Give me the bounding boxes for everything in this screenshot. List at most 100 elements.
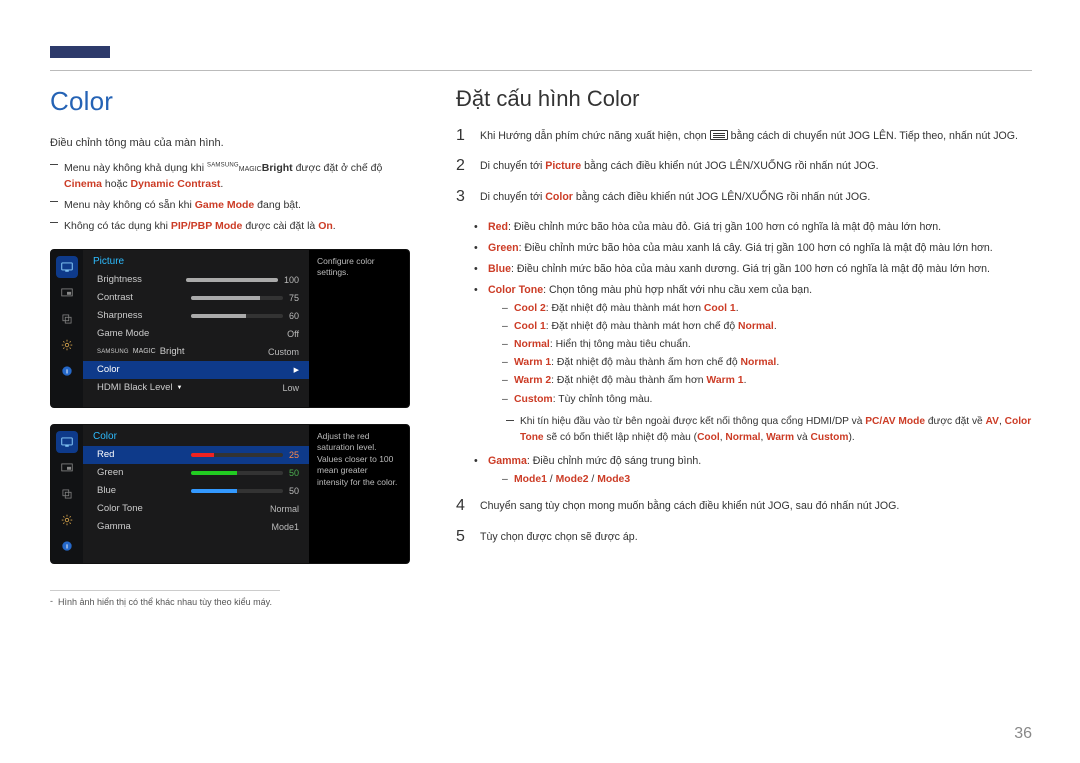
info-icon[interactable]: i	[56, 360, 78, 382]
step3-num: 3	[456, 189, 470, 205]
osd2-title: Color	[83, 431, 309, 446]
osd2-row-colortone[interactable]: Color Tone Normal	[83, 500, 309, 518]
svg-text:i: i	[66, 543, 68, 550]
warm1-t: Normal	[741, 357, 777, 368]
magic-sup: SAMSUNG	[207, 162, 239, 168]
note3-pip: PIP/PBP Mode	[171, 220, 243, 232]
step5-num: 5	[456, 529, 470, 545]
osd1-gamemode-value: Off	[287, 329, 299, 339]
section-title-color: Color	[50, 86, 420, 117]
bullet-green: Green: Điều chỉnh mức bão hòa của màu xa…	[478, 240, 1032, 257]
overlay-icon[interactable]	[56, 483, 78, 505]
osd2-red-value: 25	[289, 450, 299, 460]
menu-icon	[710, 130, 728, 140]
osd2-green-value: 50	[289, 468, 299, 478]
custom-v: : Tùy chỉnh tông màu.	[553, 394, 653, 405]
magic-label: Bright	[160, 346, 185, 357]
tone-warm1: Warm 1: Đặt nhiệt độ màu thành ấm hơn ch…	[504, 355, 1032, 371]
magic-prefix2: MAGIC	[133, 348, 156, 355]
note2-pre: Menu này không có sẵn khi	[64, 199, 195, 211]
section-title-configure: Đặt cấu hình Color	[456, 86, 1032, 112]
osd2-sidebar: i	[51, 425, 83, 563]
osd1-row-gamemode[interactable]: Game Mode Off	[83, 325, 309, 343]
osd1-row-sharpness[interactable]: Sharpness 60	[83, 307, 309, 325]
osd1-row-brightness[interactable]: Brightness 100	[83, 271, 309, 289]
bullet-red-v: : Điều chỉnh mức bão hòa của màu đỏ. Giá…	[508, 221, 941, 233]
monitor-icon[interactable]	[56, 256, 78, 278]
step2-body: Di chuyển tới Picture bằng cách điều khi…	[480, 158, 1032, 174]
osd1-row-color[interactable]: Color ▶	[83, 361, 309, 379]
bullet-green-v: : Điều chỉnh mức bão hòa của màu xanh lá…	[519, 242, 993, 254]
gamma-m3: Mode3	[597, 474, 630, 485]
step-4: 4 Chuyển sang tùy chọn mong muốn bằng cá…	[456, 498, 1032, 514]
custom-k: Custom	[514, 394, 553, 405]
cool1-k: Cool 1	[514, 321, 546, 332]
osd2-row-green[interactable]: Green 50	[83, 464, 309, 482]
gamma-v: : Điều chỉnh mức độ sáng trung bình.	[527, 455, 701, 467]
bullet-tone-k: Color Tone	[488, 284, 543, 296]
osd1-hdmi-label: HDMI Black Level	[97, 382, 173, 393]
tone-custom: Custom: Tùy chỉnh tông màu.	[504, 392, 1032, 408]
osd1-row-hdmi[interactable]: HDMI Black Level▼ Low	[83, 379, 309, 397]
osd2-blue-label: Blue	[97, 485, 116, 496]
osd1-sidebar: i	[51, 250, 83, 407]
gamma-sep1: /	[547, 474, 556, 485]
cool2-k: Cool 2	[514, 303, 546, 314]
gamma-modes: Mode1 / Mode2 / Mode3	[504, 472, 1032, 488]
osd-picture: i Picture Brightness 100 Contrast 75	[50, 249, 410, 408]
warm2-k: Warm 2	[514, 375, 551, 386]
lnote-a: Khi tín hiệu đầu vào từ bên ngoài được k…	[520, 416, 865, 427]
left-column: Color Điều chỉnh tông màu của màn hình. …	[50, 86, 420, 607]
osd1-row-magicbright[interactable]: SAMSUNGMAGICBright Custom	[83, 343, 309, 361]
gamma-m2: Mode2	[556, 474, 589, 485]
bullet-tone-v: : Chọn tông màu phù hợp nhất với nhu cầu…	[543, 284, 812, 296]
step2-num: 2	[456, 158, 470, 174]
osd1-row-contrast[interactable]: Contrast 75	[83, 289, 309, 307]
bullet-blue: Blue: Điều chỉnh mức bão hòa của màu xan…	[478, 261, 1032, 278]
lnote-k2: AV	[986, 416, 999, 427]
norm-v: : Hiển thị tông màu tiêu chuẩn.	[550, 339, 691, 350]
pip-icon[interactable]	[56, 282, 78, 304]
lnote-b: được đặt về	[925, 416, 986, 427]
chevron-right-icon: ▶	[294, 366, 299, 374]
step3-color: Color	[545, 191, 573, 203]
svg-text:i: i	[66, 368, 68, 375]
osd1-contrast-value: 75	[289, 293, 299, 303]
step1-b: bằng cách di chuyển nút JOG LÊN. Tiếp th…	[728, 130, 1018, 142]
page-number: 36	[1014, 725, 1032, 743]
magic-prefix: MAGIC	[239, 166, 262, 173]
gamma-m1: Mode1	[514, 474, 547, 485]
note1-end: .	[220, 178, 223, 190]
lnote-d: sẽ có bốn thiết lập nhiệt độ màu (	[544, 432, 697, 443]
note3-end: .	[333, 220, 336, 232]
note3-mid: được cài đặt là	[242, 220, 318, 232]
step-2: 2 Di chuyển tới Picture bằng cách điều k…	[456, 158, 1032, 174]
step-3: 3 Di chuyển tới Color bằng cách điều khi…	[456, 189, 1032, 205]
lnote-and: và	[794, 432, 810, 443]
osd2-row-red[interactable]: Red 25	[83, 446, 309, 464]
osd2-tone-value: Normal	[270, 504, 299, 514]
monitor-icon[interactable]	[56, 431, 78, 453]
right-column: Đặt cấu hình Color 1 Khi Hướng dẫn phím …	[456, 86, 1032, 607]
osd2-gamma-value: Mode1	[271, 522, 299, 532]
overlay-icon[interactable]	[56, 308, 78, 330]
gear-icon[interactable]	[56, 509, 78, 531]
note2-end: đang bật.	[254, 199, 301, 211]
pip-icon[interactable]	[56, 457, 78, 479]
osd1-sharpness-label: Sharpness	[97, 310, 142, 321]
osd2-row-blue[interactable]: Blue 50	[83, 482, 309, 500]
gamma-k: Gamma	[488, 455, 527, 467]
lnote-e: ).	[848, 432, 854, 443]
gamma-sep2: /	[589, 474, 598, 485]
info-icon[interactable]: i	[56, 535, 78, 557]
tone-cool2: Cool 2: Đặt nhiệt độ màu thành mát hơn C…	[504, 301, 1032, 317]
lnote-cool: Cool	[697, 432, 720, 443]
osd2-row-gamma[interactable]: Gamma Mode1	[83, 518, 309, 536]
gear-icon[interactable]	[56, 334, 78, 356]
osd2-red-label: Red	[97, 449, 114, 460]
osd2-tip: Adjust the red saturation level. Values …	[309, 425, 409, 563]
cool1-t: Normal	[738, 321, 774, 332]
note-1: Menu này không khả dụng khi SAMSUNGMAGIC…	[50, 160, 420, 194]
step-5: 5 Tùy chọn được chọn sẽ được áp.	[456, 529, 1032, 545]
osd2-tone-label: Color Tone	[97, 503, 143, 514]
